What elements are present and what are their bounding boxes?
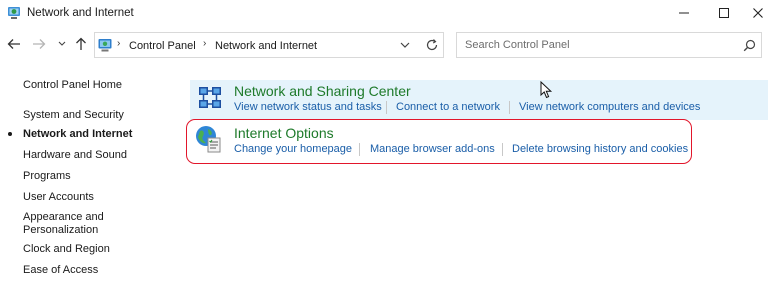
breadcrumb-separator-icon: › <box>117 38 121 49</box>
title-bar: Network and Internet <box>0 0 768 26</box>
back-arrow-icon <box>7 39 20 49</box>
sidebar-item-network-and-internet[interactable]: Network and Internet <box>23 128 132 141</box>
search-input[interactable]: Search Control Panel <box>465 39 570 51</box>
sidebar-item-ease-of-access[interactable]: Ease of Access <box>23 264 98 277</box>
connect-to-network-link[interactable]: Connect to a network <box>396 101 500 113</box>
chevron-down-icon <box>400 42 410 48</box>
sidebar-item-appearance-and-personalization[interactable]: Appearance and Personalization <box>23 211 119 237</box>
search-icon[interactable] <box>743 39 756 52</box>
up-button[interactable] <box>73 36 89 52</box>
maximize-icon <box>719 8 729 18</box>
up-arrow-icon <box>76 37 86 50</box>
refresh-button[interactable] <box>425 38 439 52</box>
forward-button[interactable] <box>31 36 47 52</box>
close-button[interactable] <box>738 0 768 26</box>
sidebar-item-system-and-security[interactable]: System and Security <box>23 109 124 122</box>
forward-arrow-icon <box>33 39 46 49</box>
current-section-bullet <box>8 132 12 136</box>
window-title: Network and Internet <box>27 7 134 19</box>
back-button[interactable] <box>6 36 22 52</box>
view-network-computers-link[interactable]: View network computers and devices <box>519 101 700 113</box>
highlight-annotation-outline <box>186 119 692 164</box>
address-bar[interactable]: › Control Panel › Network and Internet <box>94 32 444 58</box>
network-internet-icon <box>6 5 22 21</box>
sidebar-item-hardware-and-sound[interactable]: Hardware and Sound <box>23 149 127 162</box>
mouse-cursor-icon <box>540 80 554 99</box>
control-panel-icon <box>97 37 113 53</box>
address-dropdown-button[interactable] <box>399 40 411 50</box>
navigation-bar: › Control Panel › Network and Internet S… <box>0 30 768 60</box>
breadcrumb-separator-icon[interactable]: › <box>203 38 206 49</box>
minimize-button[interactable] <box>664 0 704 26</box>
sidebar-item-programs[interactable]: Programs <box>23 170 71 183</box>
recent-locations-button[interactable] <box>57 38 67 50</box>
chevron-down-icon <box>58 41 66 46</box>
link-divider <box>509 101 510 114</box>
search-box[interactable]: Search Control Panel <box>456 32 762 58</box>
link-divider <box>386 101 387 114</box>
breadcrumb-network-and-internet[interactable]: Network and Internet <box>215 40 317 52</box>
refresh-icon <box>426 39 438 51</box>
network-sharing-icon[interactable] <box>196 84 224 112</box>
network-and-sharing-center-title[interactable]: Network and Sharing Center <box>234 83 411 99</box>
sidebar-item-clock-and-region[interactable]: Clock and Region <box>23 243 110 256</box>
minimize-icon <box>679 12 689 14</box>
sidebar-item-user-accounts[interactable]: User Accounts <box>23 191 94 204</box>
breadcrumb-control-panel[interactable]: Control Panel <box>129 40 196 52</box>
sidebar-item-control-panel-home[interactable]: Control Panel Home <box>23 79 122 92</box>
close-icon <box>753 8 763 18</box>
view-network-status-link[interactable]: View network status and tasks <box>234 101 382 113</box>
